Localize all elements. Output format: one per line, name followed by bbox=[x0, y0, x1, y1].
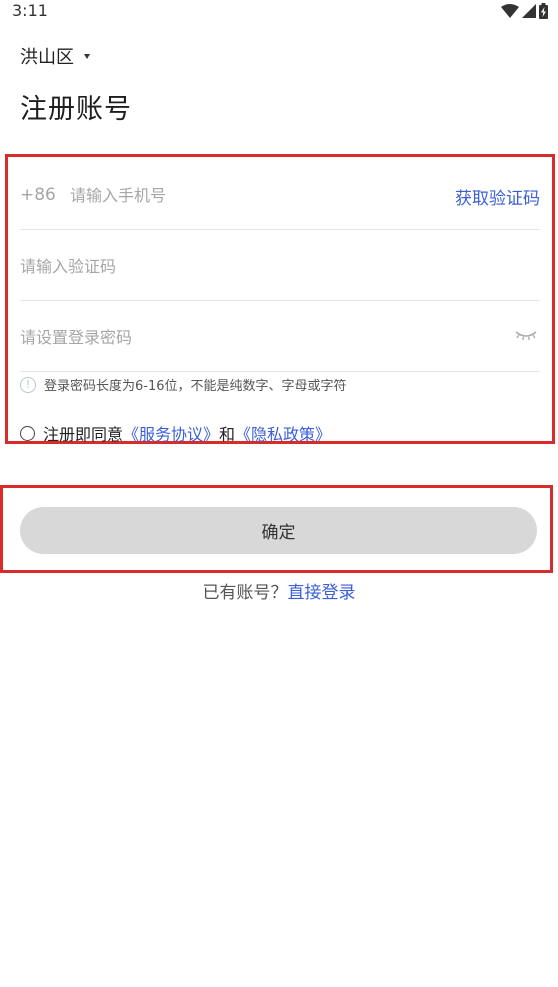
password-hint-text: 登录密码长度为6-16位，不能是纯数字、字母或字符 bbox=[44, 379, 347, 394]
country-code: +86 bbox=[20, 185, 56, 205]
login-prompt: 已有账号？直接登录 bbox=[0, 578, 558, 603]
region-selector[interactable]: 洪山区 bbox=[20, 43, 90, 69]
battery-charging-icon bbox=[539, 3, 548, 19]
status-time: 3:11 bbox=[12, 1, 48, 20]
login-prompt-text: 已有账号？ bbox=[202, 583, 288, 603]
page-title: 注册账号 bbox=[20, 94, 132, 125]
agreement-conjunction: 和 bbox=[219, 425, 236, 444]
confirm-button[interactable]: 确定 bbox=[20, 507, 537, 554]
register-form: +86 获取验证码 ! 登录密码长度为6-16位，不能是纯数字、字母或字符 注册… bbox=[5, 154, 555, 444]
privacy-link[interactable]: 《隐私政策》 bbox=[235, 421, 331, 445]
confirm-container: 确定 bbox=[0, 485, 553, 573]
agreement-row: 注册即同意 《服务协议》 和 《隐私政策》 bbox=[20, 421, 331, 445]
password-hint: ! 登录密码长度为6-16位，不能是纯数字、字母或字符 bbox=[20, 375, 347, 394]
get-code-button[interactable]: 获取验证码 bbox=[455, 184, 540, 209]
code-input[interactable] bbox=[20, 252, 420, 280]
phone-field: +86 获取验证码 bbox=[20, 160, 540, 230]
terms-link[interactable]: 《服务协议》 bbox=[123, 421, 219, 445]
caret-down-icon bbox=[84, 53, 90, 59]
signal-icon bbox=[522, 4, 536, 18]
password-input[interactable] bbox=[20, 323, 460, 351]
agreement-prefix: 注册即同意 bbox=[43, 425, 124, 444]
password-field bbox=[20, 302, 540, 372]
eye-closed-icon[interactable] bbox=[514, 327, 538, 343]
direct-login-link[interactable]: 直接登录 bbox=[288, 583, 356, 603]
agreement-radio[interactable] bbox=[20, 425, 35, 441]
info-icon: ! bbox=[20, 376, 36, 393]
status-bar: 3:11 bbox=[0, 0, 558, 24]
code-field bbox=[20, 231, 540, 301]
status-icons bbox=[501, 2, 548, 20]
phone-input[interactable] bbox=[70, 181, 370, 209]
wifi-icon bbox=[501, 4, 519, 18]
region-label: 洪山区 bbox=[20, 47, 74, 68]
